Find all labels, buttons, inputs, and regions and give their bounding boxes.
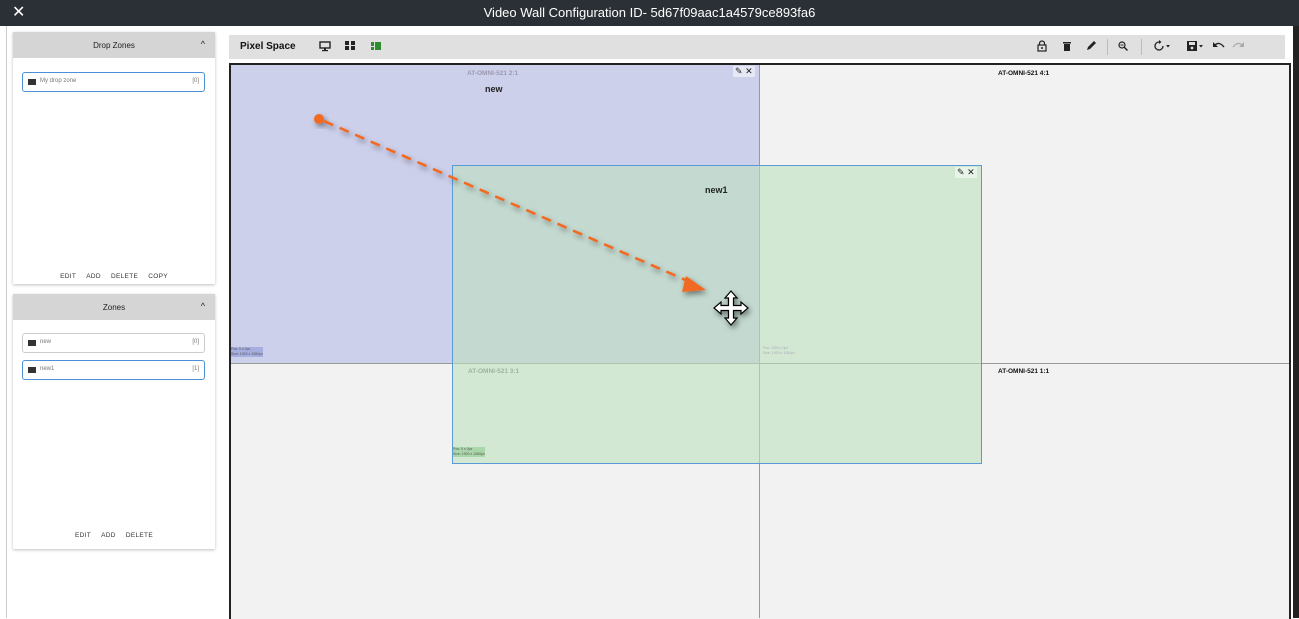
drag-start-dot: [314, 114, 324, 124]
move-cursor-icon: [713, 290, 749, 326]
drag-path-line: [323, 119, 691, 284]
drag-arrowhead: [682, 276, 706, 292]
drag-arrow-overlay: [314, 114, 749, 326]
